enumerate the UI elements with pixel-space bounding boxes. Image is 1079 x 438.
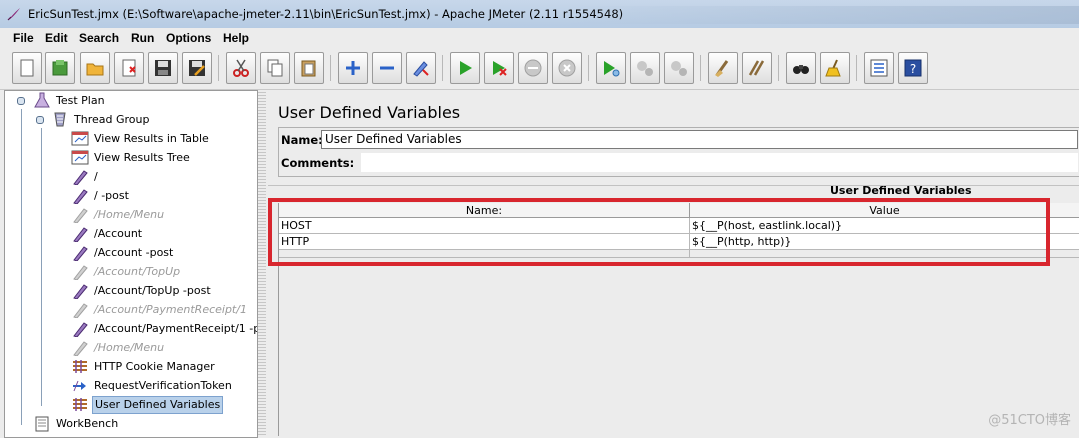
- paste-icon: [301, 60, 316, 77]
- help-button[interactable]: ?: [898, 52, 928, 84]
- copy-button[interactable]: [260, 52, 290, 84]
- test-plan-icon: [34, 92, 50, 108]
- remote-shutdown-button[interactable]: [664, 52, 694, 84]
- cut-button[interactable]: [226, 52, 256, 84]
- save-as-button[interactable]: [182, 52, 212, 84]
- search-icon: [793, 65, 809, 74]
- tree-toggle-test-plan[interactable]: [17, 97, 25, 105]
- menu-options[interactable]: Options: [166, 31, 211, 45]
- start-no-timers-icon: [493, 61, 507, 76]
- remote-start-icon: [604, 61, 620, 77]
- shutdown-button[interactable]: [552, 52, 582, 84]
- open-button[interactable]: [80, 52, 110, 84]
- help-icon: ?: [904, 59, 922, 77]
- name-label: Name:: [281, 133, 323, 147]
- clear-all-button[interactable]: [742, 52, 772, 84]
- clear-icon: [715, 60, 729, 77]
- menu-run[interactable]: Run: [131, 31, 154, 45]
- test-plan-tree: Test Plan Thread Group View Results in T…: [4, 90, 258, 438]
- search-button[interactable]: [786, 52, 816, 84]
- shutdown-icon: [558, 59, 576, 77]
- menu-help[interactable]: Help: [223, 31, 249, 45]
- new-button[interactable]: [12, 52, 42, 84]
- cut-icon: [233, 59, 249, 77]
- reset-search-button[interactable]: [820, 52, 850, 84]
- stop-icon: [524, 59, 542, 77]
- extractor-icon: [73, 380, 86, 392]
- http-sampler-icon: [73, 341, 88, 356]
- http-sampler-icon: [73, 246, 88, 261]
- function-helper-icon: [870, 59, 888, 77]
- jmeter-feather-icon: [7, 8, 20, 21]
- listener-icon: [71, 150, 89, 165]
- comments-field[interactable]: [361, 153, 1078, 172]
- variables-table-heading: User Defined Variables: [830, 184, 972, 197]
- expand-all-button[interactable]: [338, 52, 368, 84]
- config-element-icon: [73, 398, 87, 411]
- save-as-icon: [189, 60, 205, 76]
- http-sampler-icon: [73, 303, 88, 318]
- save-icon: [155, 60, 171, 76]
- window-title: EricSunTest.jmx (E:\Software\apache-jmet…: [28, 7, 624, 21]
- comments-label: Comments:: [281, 156, 355, 170]
- svg-text:?: ?: [910, 62, 916, 76]
- collapse-all-button[interactable]: [372, 52, 402, 84]
- function-helper-button[interactable]: [864, 52, 894, 84]
- http-sampler-icon: [73, 284, 88, 299]
- start-icon: [460, 61, 472, 75]
- panel-title: User Defined Variables: [278, 103, 461, 122]
- close-icon: [122, 59, 136, 77]
- split-pane-divider[interactable]: [258, 90, 266, 436]
- http-sampler-icon: [73, 208, 88, 223]
- remote-start-button[interactable]: [596, 52, 626, 84]
- toolbar: ?: [0, 49, 1079, 90]
- expand-icon: [346, 61, 360, 75]
- new-icon: [20, 59, 34, 77]
- tree-toggle-thread-group[interactable]: [36, 116, 44, 124]
- menu-edit[interactable]: Edit: [45, 31, 68, 45]
- copy-icon: [267, 59, 283, 77]
- menu-search[interactable]: Search: [79, 31, 119, 45]
- save-button[interactable]: [148, 52, 178, 84]
- start-button[interactable]: [450, 52, 480, 84]
- thread-group-icon: [54, 112, 66, 127]
- watermark: @51CTO博客: [988, 413, 1071, 428]
- stop-button[interactable]: [518, 52, 548, 84]
- templates-icon: [52, 60, 68, 76]
- workbench-icon: [35, 416, 49, 432]
- close-button[interactable]: [114, 52, 144, 84]
- open-icon: [86, 63, 104, 76]
- templates-button[interactable]: [45, 52, 75, 84]
- http-sampler-icon: [73, 265, 88, 280]
- paste-button[interactable]: [294, 52, 324, 84]
- remote-shutdown-icon: [671, 61, 687, 76]
- reset-search-icon: [825, 59, 841, 77]
- collapse-icon: [380, 66, 394, 70]
- toggle-button[interactable]: [406, 52, 436, 84]
- http-sampler-icon: [73, 189, 88, 204]
- http-sampler-icon: [73, 322, 88, 337]
- menu-bar: File Edit Search Run Options Help: [0, 28, 1079, 48]
- title-bar: EricSunTest.jmx (E:\Software\apache-jmet…: [0, 0, 1079, 29]
- config-element-icon: [73, 360, 87, 373]
- http-sampler-icon: [73, 170, 88, 185]
- toggle-icon: [413, 61, 429, 77]
- red-highlight-annotation: [268, 198, 1050, 266]
- remote-stop-button[interactable]: [630, 52, 660, 84]
- clear-all-icon: [748, 60, 765, 76]
- remote-stop-icon: [637, 61, 653, 76]
- start-no-timers-button[interactable]: [484, 52, 514, 84]
- listener-icon: [71, 131, 89, 146]
- http-sampler-icon: [73, 227, 88, 242]
- menu-file[interactable]: File: [13, 31, 34, 45]
- name-field[interactable]: User Defined Variables: [321, 130, 1078, 149]
- clear-button[interactable]: [708, 52, 738, 84]
- name-comments-box: Name: User Defined Variables Comments:: [278, 127, 1079, 177]
